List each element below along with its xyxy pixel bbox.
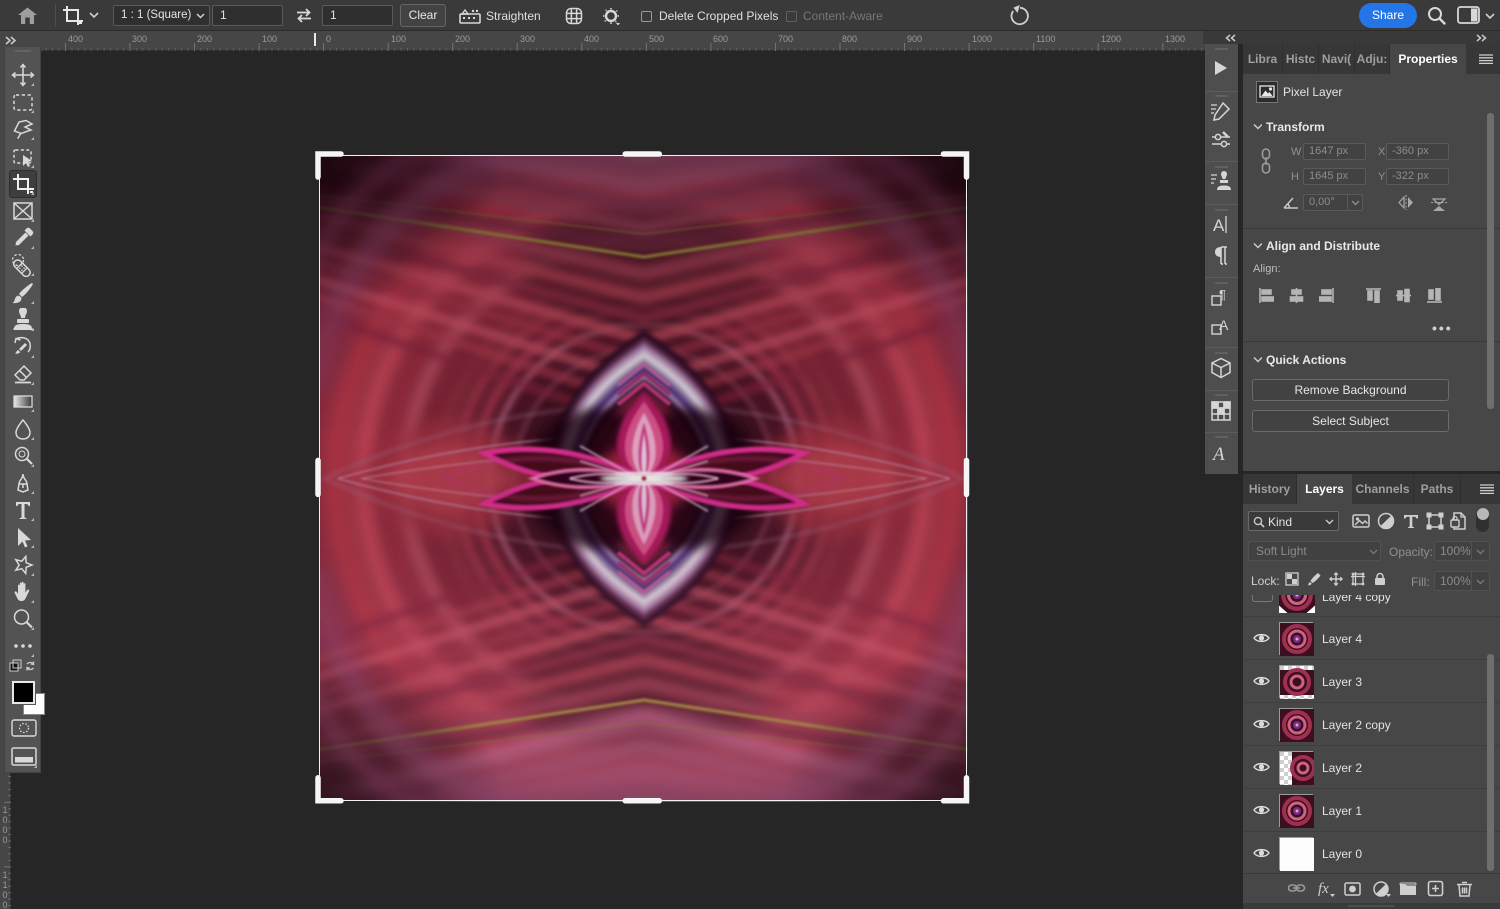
svg-text:fx: fx <box>1318 881 1329 897</box>
svg-text:A: A <box>1213 216 1225 235</box>
svg-text:A: A <box>1219 317 1229 333</box>
svg-text:¶: ¶ <box>1219 287 1226 302</box>
svg-text:A: A <box>1211 444 1225 465</box>
